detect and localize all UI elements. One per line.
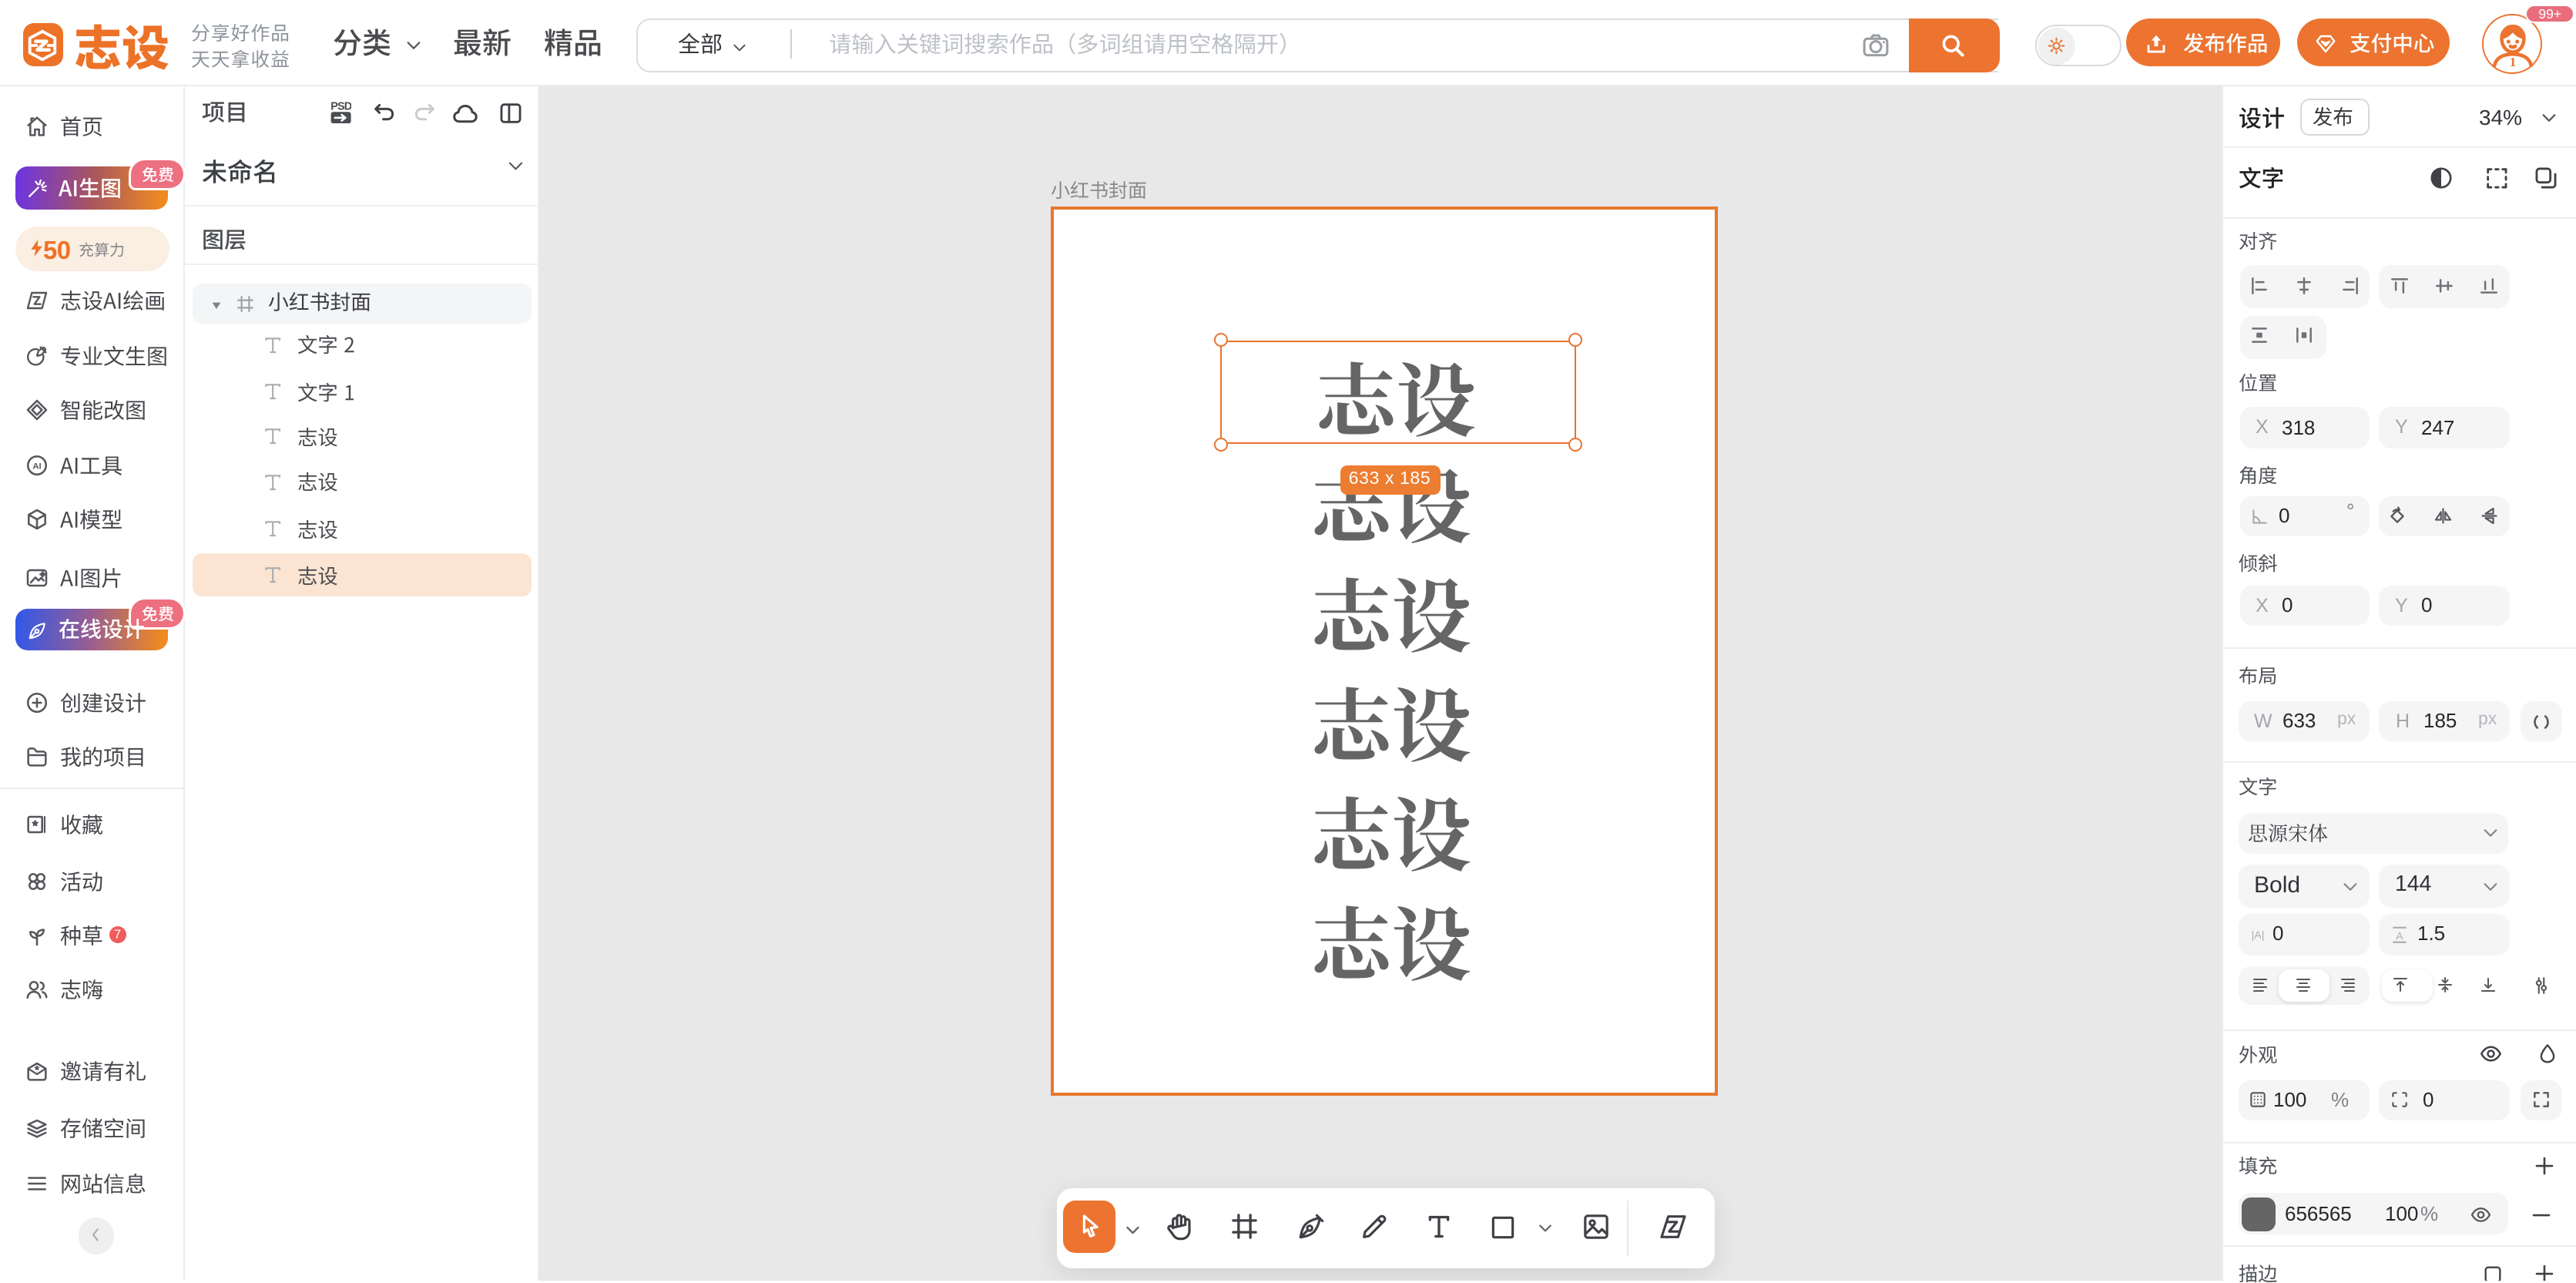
svg-text:1: 1	[2509, 54, 2516, 69]
svg-text:|A|: |A|	[2252, 928, 2265, 940]
svg-text:A: A	[2395, 929, 2403, 942]
svg-text:AI: AI	[33, 462, 42, 471]
svg-text:PSD: PSD	[330, 99, 351, 112]
